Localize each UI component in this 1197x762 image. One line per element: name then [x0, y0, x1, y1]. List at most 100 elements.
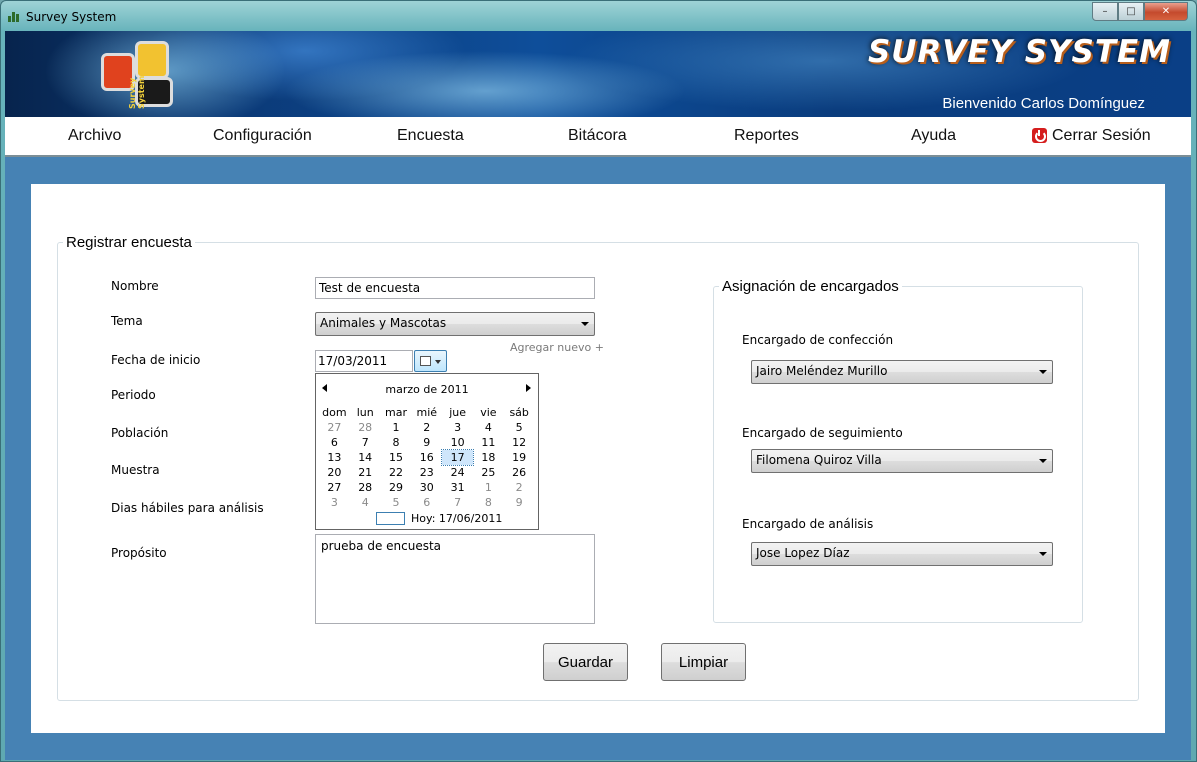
assign-group-title: Asignación de encargados: [719, 278, 902, 295]
calendar-day[interactable]: 14: [350, 450, 381, 465]
dow-label: mié: [416, 406, 438, 419]
window-controls: – □ ✕: [1092, 2, 1188, 22]
dow-label: sáb: [509, 406, 529, 419]
calendar-day[interactable]: 9: [504, 495, 535, 510]
calendar-day[interactable]: 18: [473, 450, 504, 465]
calendar-day[interactable]: 9: [411, 435, 442, 450]
calendar-day[interactable]: 7: [350, 435, 381, 450]
label-analisis: Encargado de análisis: [742, 517, 874, 531]
calendar-day[interactable]: 27: [319, 420, 350, 435]
calendar-day[interactable]: 3: [319, 495, 350, 510]
fecha-inicio-input[interactable]: 17/03/2011: [315, 350, 413, 372]
banner-title: SURVEY SYSTEM: [867, 34, 1171, 70]
proposito-textarea[interactable]: prueba de encuesta: [315, 534, 595, 624]
calendar-day[interactable]: 26: [504, 465, 535, 480]
calendar-day[interactable]: 27: [319, 480, 350, 495]
title-bar: Survey System – □ ✕: [1, 1, 1196, 31]
calendar-day[interactable]: 6: [411, 495, 442, 510]
calendar-day[interactable]: 1: [381, 420, 412, 435]
calendar-day[interactable]: 22: [381, 465, 412, 480]
dow-label: jue: [449, 406, 466, 419]
calendar-day[interactable]: 8: [473, 495, 504, 510]
calendar-day[interactable]: 2: [504, 480, 535, 495]
today-marker-icon: [376, 512, 405, 525]
calendar-week-row: 27 28 1 2 3 4 5: [319, 420, 535, 435]
calendar-day[interactable]: 19: [504, 450, 535, 465]
calendar-week-row: 13 14 15 16 17 18 19: [319, 449, 535, 466]
calendar-week-row: 20 21 22 23 24 25 26: [319, 465, 535, 480]
calendar-day[interactable]: 20: [319, 465, 350, 480]
next-month-arrow-icon[interactable]: [526, 384, 531, 392]
calendar-day[interactable]: 8: [381, 435, 412, 450]
label-tema: Tema: [111, 314, 143, 328]
menu-ayuda[interactable]: Ayuda: [911, 127, 956, 145]
menu-bitacora[interactable]: Bitácora: [568, 127, 627, 145]
calendar-today[interactable]: Hoy: 17/06/2011: [376, 512, 502, 525]
calendar-day[interactable]: 5: [381, 495, 412, 510]
calendar-day[interactable]: 25: [473, 465, 504, 480]
chevron-down-icon: [1039, 552, 1047, 556]
power-icon[interactable]: [1032, 128, 1047, 143]
calendar-day[interactable]: 31: [442, 480, 473, 495]
calendar-day[interactable]: 1: [473, 480, 504, 495]
menu-reportes[interactable]: Reportes: [734, 127, 799, 145]
calendar-day[interactable]: 4: [473, 420, 504, 435]
content-panel: Registrar encuesta Nombre Tema Fecha de …: [31, 184, 1165, 733]
calendar-dow-row: dom lun mar mié jue vie sáb: [319, 405, 535, 420]
label-seguimiento: Encargado de seguimiento: [742, 426, 903, 440]
menu-cerrar-sesion[interactable]: Cerrar Sesión: [1052, 127, 1151, 145]
label-proposito: Propósito: [111, 546, 167, 560]
calendar-day[interactable]: 5: [504, 420, 535, 435]
calendar-day[interactable]: 24: [442, 465, 473, 480]
tema-select[interactable]: Animales y Mascotas: [315, 312, 595, 336]
app-window: Survey System – □ ✕ Survey System SURVEY…: [0, 0, 1197, 762]
calendar-day[interactable]: 10: [442, 435, 473, 450]
calendar-day[interactable]: 2: [411, 420, 442, 435]
analisis-select-value: Jose Lopez Díaz: [756, 546, 850, 560]
menu-encuesta[interactable]: Encuesta: [397, 127, 464, 145]
guardar-button[interactable]: Guardar: [543, 643, 628, 681]
client-area: Survey System SURVEY SYSTEM Bienvenido C…: [5, 31, 1191, 760]
agregar-nuevo-link[interactable]: Agregar nuevo +: [510, 341, 604, 354]
chevron-down-icon: [1039, 370, 1047, 374]
calendar-day[interactable]: 30: [411, 480, 442, 495]
menu-configuracion[interactable]: Configuración: [213, 127, 312, 145]
menu-archivo[interactable]: Archivo: [68, 127, 121, 145]
label-periodo: Periodo: [111, 388, 156, 402]
calendar-day[interactable]: 23: [411, 465, 442, 480]
welcome-text: Bienvenido Carlos Domínguez: [942, 95, 1145, 112]
calendar-day[interactable]: 16: [411, 450, 442, 465]
calendar-day[interactable]: 4: [350, 495, 381, 510]
dow-label: dom: [322, 406, 347, 419]
label-muestra: Muestra: [111, 463, 160, 477]
confeccion-select[interactable]: Jairo Meléndez Murillo: [751, 360, 1053, 384]
calendar-day[interactable]: 28: [350, 420, 381, 435]
limpiar-button[interactable]: Limpiar: [661, 643, 746, 681]
calendar-day[interactable]: 29: [381, 480, 412, 495]
label-dias-habiles: Dias hábiles para análisis: [111, 501, 264, 515]
minimize-button[interactable]: –: [1092, 2, 1118, 21]
analisis-select[interactable]: Jose Lopez Díaz: [751, 542, 1053, 566]
calendar-day[interactable]: 13: [319, 450, 350, 465]
close-button[interactable]: ✕: [1144, 2, 1188, 21]
group-title: Registrar encuesta: [63, 234, 195, 251]
calendar-week-row: 6 7 8 9 10 11 12: [319, 435, 535, 450]
calendar-day-selected[interactable]: 17: [441, 449, 474, 466]
dow-label: mar: [385, 406, 407, 419]
calendar-dropdown-button[interactable]: [414, 350, 447, 372]
calendar-day[interactable]: 3: [442, 420, 473, 435]
calendar-month-title[interactable]: marzo de 2011: [316, 383, 538, 396]
calendar-day[interactable]: 7: [442, 495, 473, 510]
nombre-input[interactable]: Test de encuesta: [315, 277, 595, 299]
calendar-day[interactable]: 21: [350, 465, 381, 480]
maximize-button[interactable]: □: [1118, 2, 1144, 21]
calendar-day[interactable]: 15: [381, 450, 412, 465]
label-nombre: Nombre: [111, 279, 159, 293]
label-fecha-inicio: Fecha de inicio: [111, 353, 201, 367]
calendar-day[interactable]: 6: [319, 435, 350, 450]
calendar-day[interactable]: 28: [350, 480, 381, 495]
seguimiento-select[interactable]: Filomena Quiroz Villa: [751, 449, 1053, 473]
calendar-day[interactable]: 12: [504, 435, 535, 450]
header-banner: Survey System SURVEY SYSTEM Bienvenido C…: [5, 31, 1191, 117]
calendar-day[interactable]: 11: [473, 435, 504, 450]
